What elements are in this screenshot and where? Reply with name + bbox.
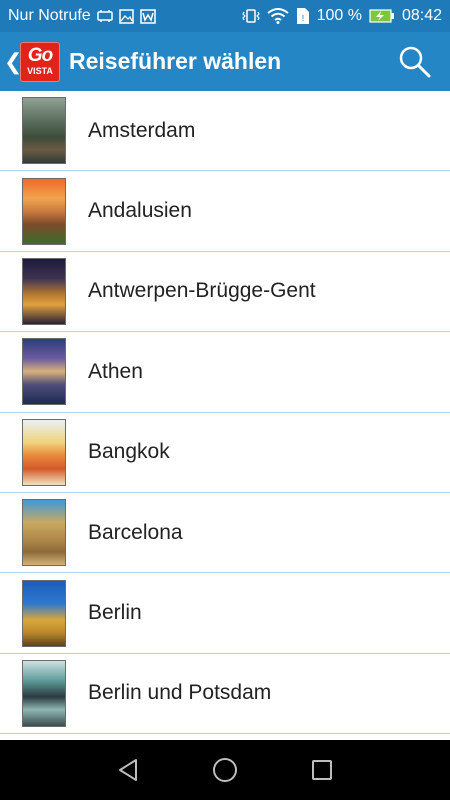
- guide-list: Amsterdam Andalusien Antwerpen-Brügge-Ge…: [0, 91, 450, 740]
- clock-text: 08:42: [401, 7, 442, 24]
- w-app-icon: [139, 8, 156, 24]
- guide-cover-image: [22, 338, 66, 406]
- list-item[interactable]: Bangkok: [0, 413, 450, 493]
- guide-cover-image: [22, 659, 66, 727]
- system-nav-bar: [0, 740, 450, 800]
- list-item[interactable]: Andalusien: [0, 171, 450, 252]
- list-item-label: Amsterdam: [88, 118, 196, 142]
- back-button[interactable]: ❮: [4, 50, 22, 73]
- list-item[interactable]: Berlin: [0, 573, 450, 654]
- page-title: Reiseführer wählen: [69, 48, 282, 74]
- list-item-label: Bangkok: [88, 440, 170, 464]
- image-icon: [118, 8, 134, 24]
- home-circle-icon[interactable]: [210, 755, 240, 785]
- list-item[interactable]: Amsterdam: [0, 91, 450, 172]
- guide-cover-image: [22, 97, 66, 165]
- guide-cover-image: [22, 418, 66, 486]
- battery-charging-icon: [369, 9, 395, 23]
- guide-cover-image: [22, 499, 66, 567]
- logo-vista-text: VISTA: [27, 66, 53, 76]
- logo-go-text: Go: [27, 45, 53, 66]
- vibrate-icon: [241, 7, 260, 25]
- status-left: Nur Notrufe: [8, 7, 156, 25]
- govista-logo[interactable]: Go VISTA: [20, 41, 60, 82]
- status-bar: Nur Notrufe ! 100 % 08:42: [0, 0, 450, 32]
- search-icon[interactable]: [398, 45, 432, 79]
- list-item[interactable]: Barcelona: [0, 493, 450, 574]
- list-item-label: Andalusien: [88, 199, 192, 223]
- svg-text:!: !: [301, 14, 304, 23]
- list-item-label: Berlin und Potsdam: [88, 681, 272, 705]
- wifi-icon: [266, 8, 289, 24]
- guide-cover-image: [22, 257, 66, 325]
- status-right: ! 100 % 08:42: [241, 7, 442, 25]
- sim-data-icon: !: [296, 7, 310, 25]
- back-triangle-icon[interactable]: [113, 755, 143, 785]
- list-item-label: Berlin: [88, 601, 142, 625]
- recents-square-icon[interactable]: [307, 755, 337, 785]
- battery-percent: 100 %: [316, 7, 362, 24]
- guide-cover-image: [22, 177, 66, 245]
- list-item-label: Athen: [88, 359, 143, 383]
- app-bar: ❮ Go VISTA Reiseführer wählen: [0, 32, 450, 91]
- sim-icon: [96, 9, 113, 23]
- list-item-label: Antwerpen-Brügge-Gent: [88, 279, 316, 303]
- carrier-text: Nur Notrufe: [8, 7, 91, 24]
- guide-cover-image: [22, 579, 66, 647]
- list-item[interactable]: Athen: [0, 332, 450, 413]
- list-item-label: Barcelona: [88, 520, 183, 544]
- list-item[interactable]: Berlin und Potsdam: [0, 654, 450, 735]
- list-item[interactable]: Antwerpen-Brügge-Gent: [0, 252, 450, 333]
